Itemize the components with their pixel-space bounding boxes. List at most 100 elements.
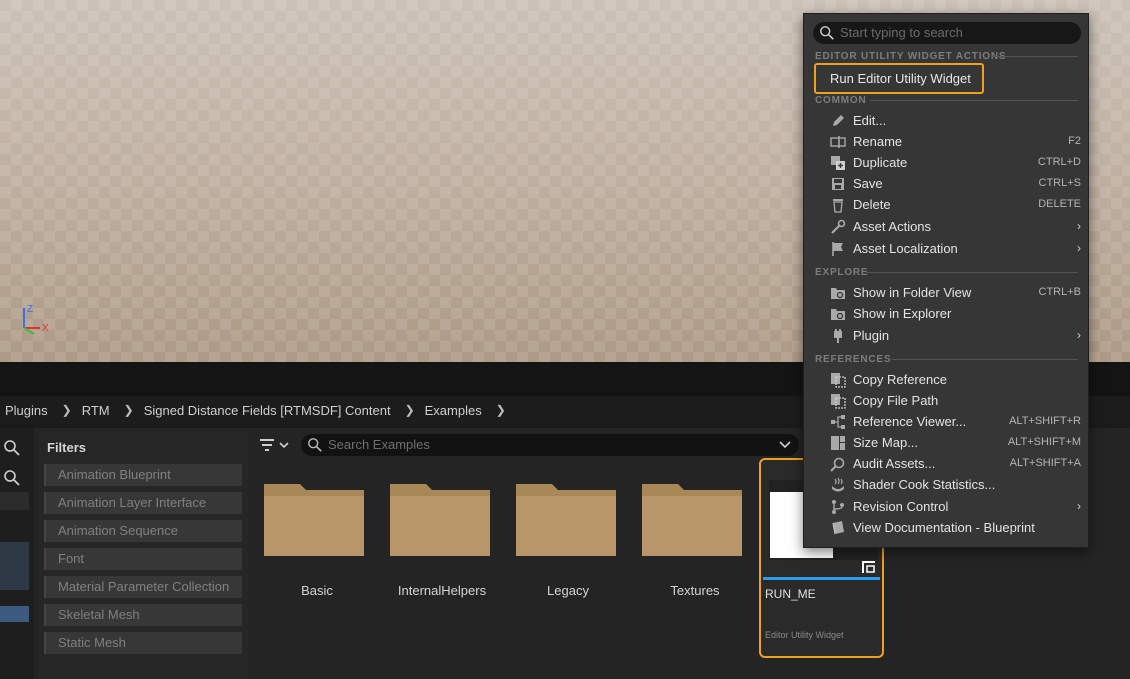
breadcrumb-item-rtm[interactable]: RTM [82, 403, 110, 418]
shortcut-label: CTRL+B [1038, 286, 1082, 298]
sizemap-icon [831, 436, 845, 450]
menu-item-duplicate[interactable]: Duplicate CTRL+D [804, 153, 1090, 174]
search-placeholder: Search Examples [328, 437, 430, 452]
folder-icon [264, 484, 364, 556]
menu-item-revision-control[interactable]: Revision Control › [804, 497, 1090, 518]
folder-icon [642, 484, 742, 556]
menu-item-label: Rename [853, 134, 903, 149]
wrench-icon [831, 219, 846, 234]
chevron-right-icon[interactable]: ❯ [62, 403, 72, 417]
plugin-icon [834, 329, 842, 343]
filter-animation-blueprint[interactable]: Animation Blueprint [44, 464, 242, 486]
gizmo-z-label: Z [27, 304, 33, 315]
menu-item-label: Plugin [853, 328, 890, 343]
section-divider [992, 56, 1078, 57]
filters-panel: Filters Animation Blueprint Animation La… [38, 432, 248, 679]
menu-item-label: Copy File Path [853, 393, 939, 408]
graph-icon [831, 415, 845, 429]
folder-search-icon [831, 288, 845, 299]
asset-type-color-bar [763, 577, 880, 580]
menu-item-label: Reference Viewer... [853, 414, 967, 429]
menu-item-audit-assets[interactable]: Audit Assets... ALT+SHIFT+A [804, 454, 1090, 475]
menu-search-input[interactable]: Start typing to search [813, 22, 1081, 44]
asset-type-label: Editor Utility Widget [765, 630, 844, 640]
chevron-right-icon[interactable]: ❯ [496, 403, 506, 417]
chevron-down-icon[interactable] [779, 440, 791, 450]
gizmo-x-label: X [42, 323, 49, 334]
chevron-right-icon[interactable]: ❯ [124, 403, 134, 417]
menu-item-delete[interactable]: Delete DELETE [804, 195, 1090, 216]
asset-name: RUN_ME [765, 587, 816, 601]
menu-item-asset-localization[interactable]: Asset Localization › [804, 239, 1090, 260]
branch-icon [832, 500, 844, 514]
submenu-arrow-icon: › [1077, 499, 1081, 513]
folder-label-legacy: Legacy [547, 583, 589, 598]
shortcut-label: CTRL+D [1037, 156, 1081, 168]
folder-icon [516, 484, 616, 556]
source-tree-item[interactable] [0, 542, 29, 590]
menu-item-label: Duplicate [853, 155, 908, 170]
filter-skeletal-mesh[interactable]: Skeletal Mesh [44, 604, 242, 626]
folder-label-textures: Textures [670, 583, 720, 598]
menu-item-asset-actions[interactable]: Asset Actions › [804, 217, 1090, 238]
menu-item-rename[interactable]: Rename F2 [804, 132, 1090, 153]
menu-item-copy-reference[interactable]: Copy Reference [804, 370, 1090, 391]
search-icon[interactable] [3, 439, 21, 457]
section-divider [866, 272, 1078, 273]
menu-item-label: Show in Folder View [853, 285, 972, 300]
menu-item-plugin[interactable]: Plugin › [804, 326, 1090, 347]
run-editor-utility-widget-item[interactable]: Run Editor Utility Widget [814, 63, 984, 94]
menu-item-show-in-folder-view[interactable]: Show in Folder View CTRL+B [804, 283, 1090, 304]
context-menu: Start typing to search EDITOR UTILITY WI… [803, 13, 1089, 548]
filter-dropdown-icon[interactable] [258, 436, 294, 456]
menu-item-label: Edit... [853, 113, 887, 128]
menu-item-label: View Documentation - Blueprint [853, 520, 1035, 535]
breadcrumb-item-plugins[interactable]: Plugins [5, 403, 48, 418]
filter-font[interactable]: Font [44, 548, 242, 570]
shortcut-label: ALT+SHIFT+A [1009, 457, 1081, 469]
breadcrumb-item-rtmsdf-content[interactable]: Signed Distance Fields [RTMSDF] Content [144, 403, 391, 418]
breadcrumb-item-examples[interactable]: Examples [425, 403, 482, 418]
asset-search-input[interactable]: Search Examples [301, 434, 799, 456]
folder-label-internalhelpers: InternalHelpers [397, 583, 487, 598]
filter-static-mesh[interactable]: Static Mesh [44, 632, 242, 654]
audit-icon [830, 457, 845, 472]
book-icon [832, 521, 844, 535]
section-references: REFERENCES [815, 354, 892, 365]
search-icon[interactable] [3, 469, 21, 487]
search-icon [308, 438, 322, 452]
menu-item-shader-cook-statistics[interactable]: Shader Cook Statistics... [804, 475, 1090, 496]
menu-item-label: Shader Cook Statistics... [853, 477, 996, 492]
menu-item-view-documentation[interactable]: View Documentation - Blueprint [804, 518, 1090, 539]
filter-animation-sequence[interactable]: Animation Sequence [44, 520, 242, 542]
section-common: COMMON [815, 95, 867, 106]
save-icon [832, 178, 844, 190]
menu-item-show-in-explorer[interactable]: Show in Explorer [804, 304, 1090, 325]
section-divider [892, 359, 1078, 360]
menu-item-reference-viewer[interactable]: Reference Viewer... ALT+SHIFT+R [804, 412, 1090, 433]
shortcut-label: CTRL+S [1038, 177, 1082, 189]
menu-item-label: Copy Reference [853, 372, 947, 387]
menu-item-size-map[interactable]: Size Map... ALT+SHIFT+M [804, 433, 1090, 454]
source-tree-item[interactable] [0, 492, 29, 510]
menu-item-edit[interactable]: Edit... [804, 111, 1090, 132]
pencil-icon [833, 115, 844, 126]
shader-icon [832, 477, 844, 492]
flag-icon [832, 242, 843, 256]
menu-item-copy-file-path[interactable]: Copy File Path [804, 391, 1090, 412]
source-tree-item-selected[interactable] [0, 606, 29, 622]
menu-item-label: Show in Explorer [853, 306, 952, 321]
menu-item-label: Asset Actions [853, 219, 932, 234]
menu-item-label: Save [853, 176, 883, 191]
duplicate-icon [831, 156, 845, 170]
shortcut-label: DELETE [1038, 198, 1081, 210]
menu-item-label: Audit Assets... [853, 456, 936, 471]
menu-item-save[interactable]: Save CTRL+S [804, 174, 1090, 195]
copy-icon [831, 373, 846, 388]
menu-search-placeholder: Start typing to search [840, 25, 963, 40]
chevron-right-icon[interactable]: ❯ [405, 403, 415, 417]
filter-material-parameter-collection[interactable]: Material Parameter Collection [44, 576, 242, 598]
folder-label-basic: Basic [301, 583, 333, 598]
filter-animation-layer-interface[interactable]: Animation Layer Interface [44, 492, 242, 514]
menu-item-label: Delete [853, 197, 891, 212]
